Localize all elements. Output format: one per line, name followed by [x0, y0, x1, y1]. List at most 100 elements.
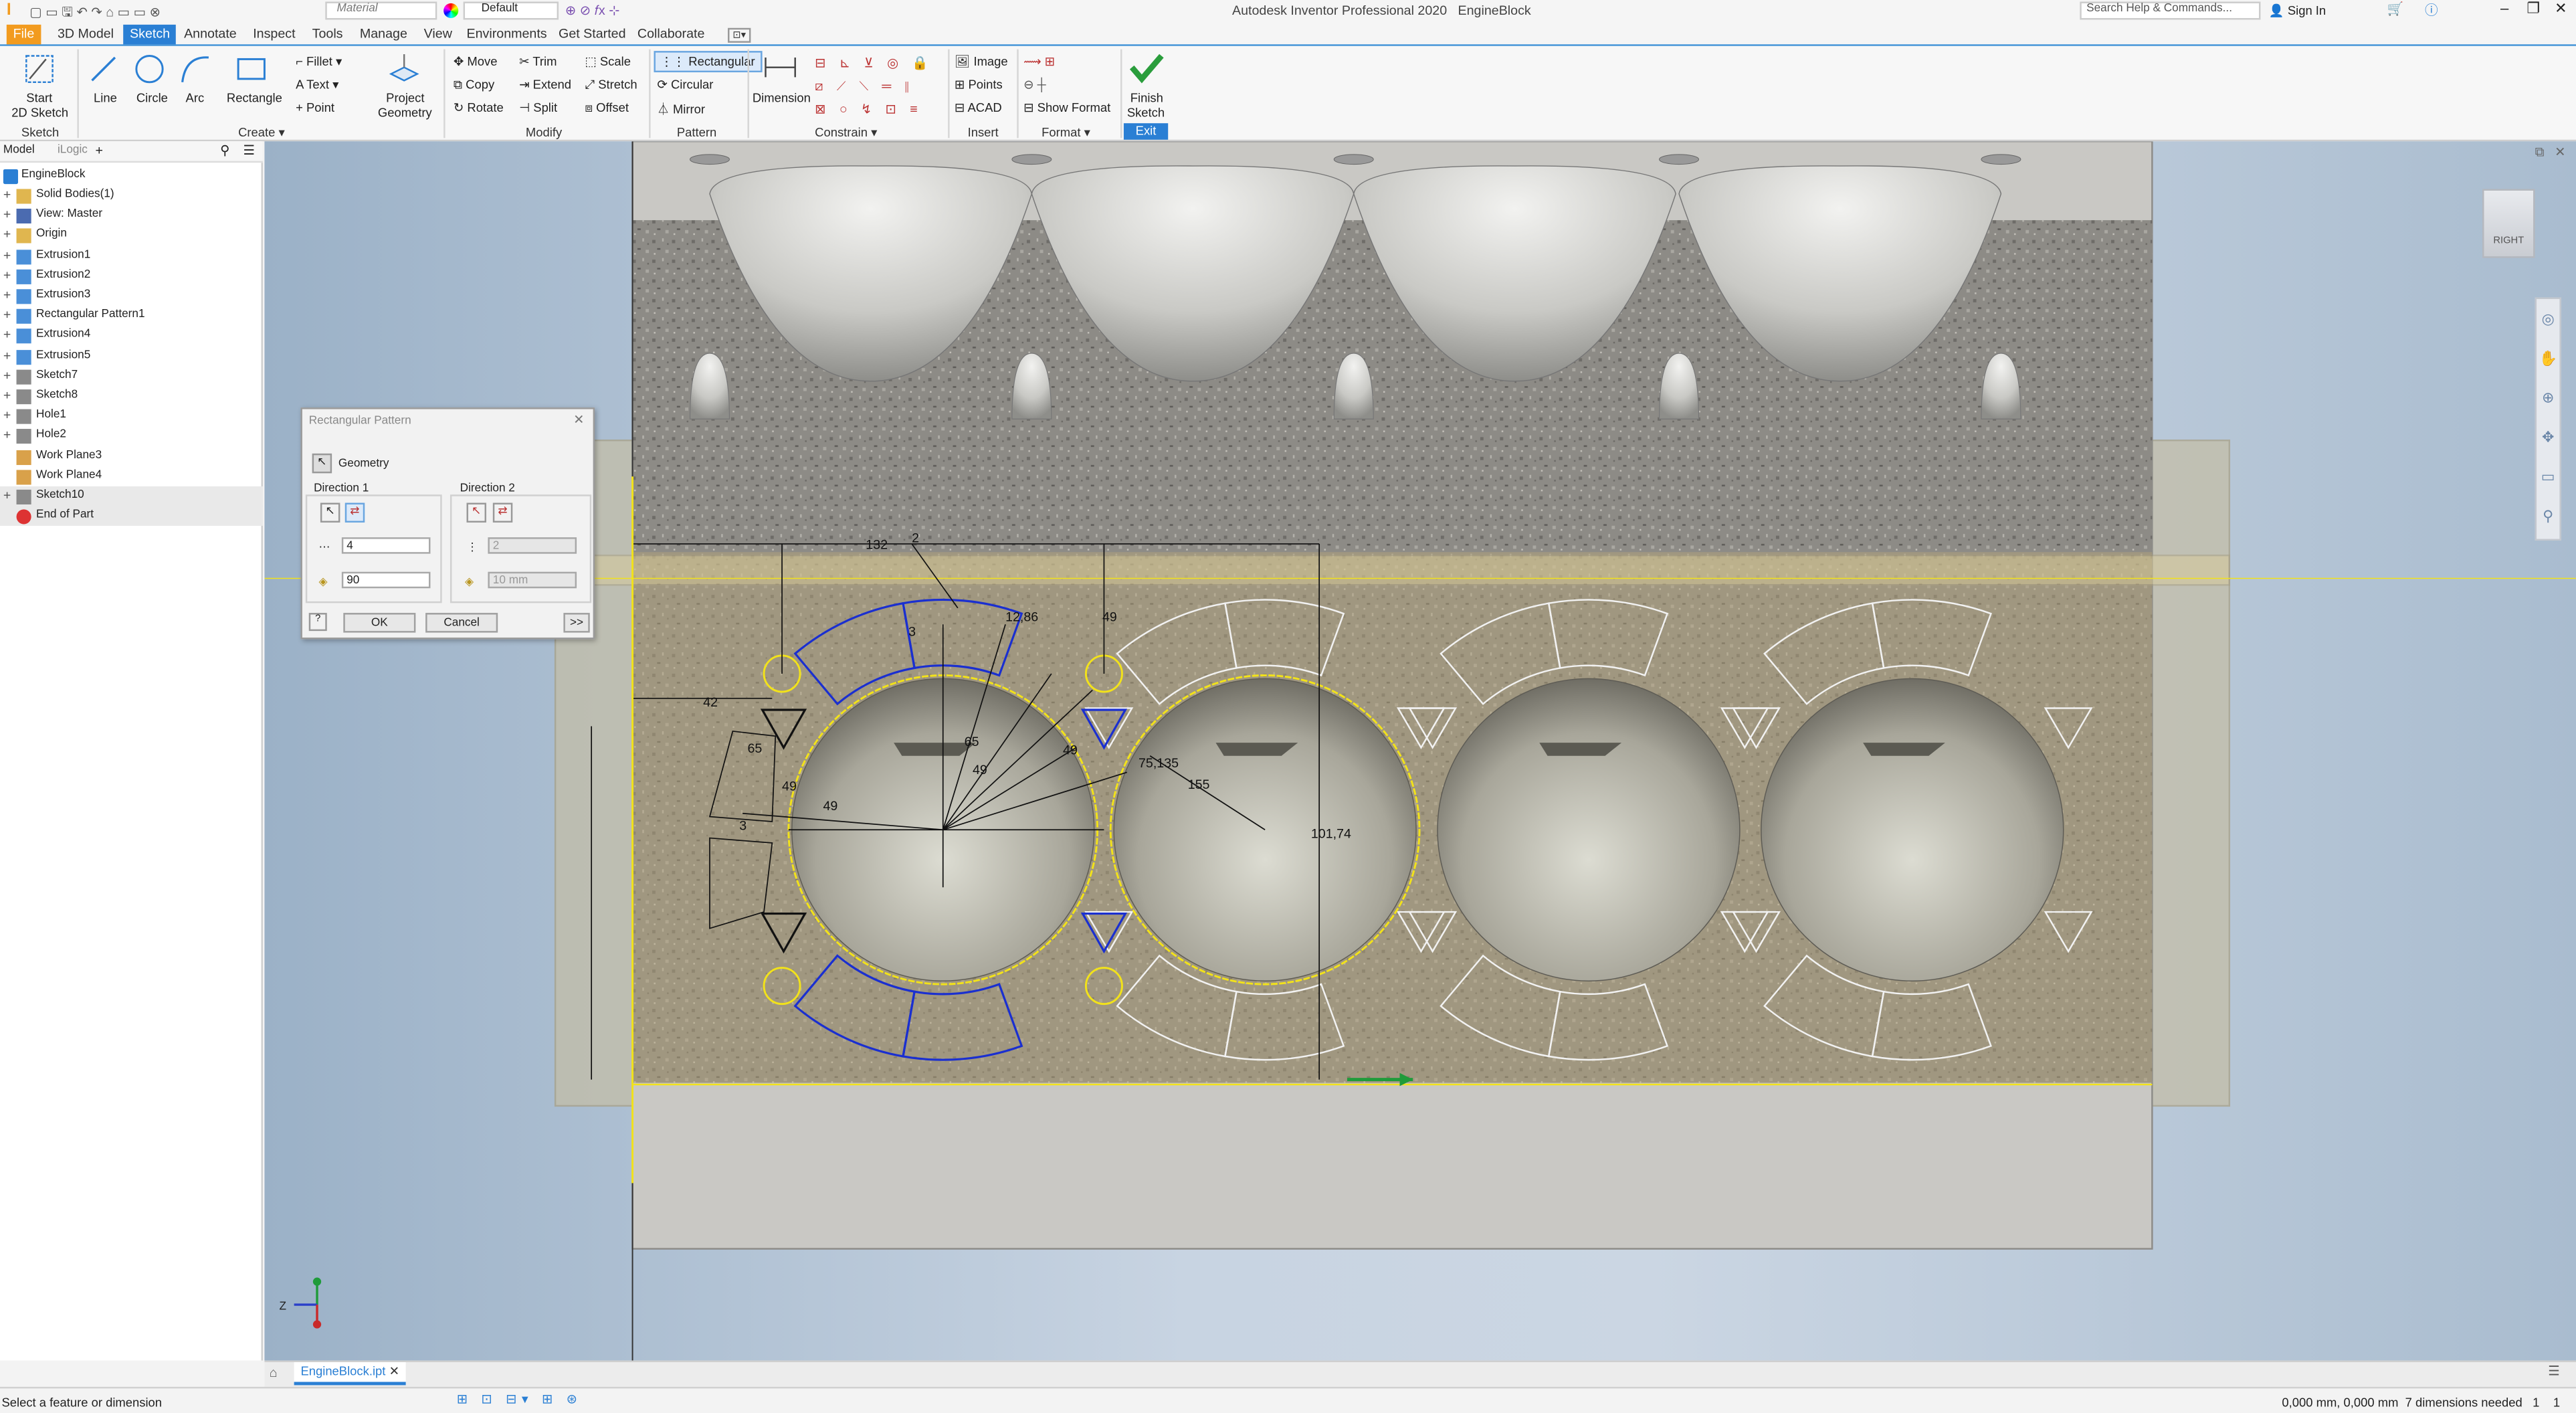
stretch-button[interactable]: ⤢ Stretch — [585, 77, 637, 94]
browser-item[interactable]: Extrusion2 — [36, 269, 90, 280]
formula-icon[interactable]: ⊕ ⊘ 𝑓x ⊹ — [565, 3, 620, 20]
fillet-button[interactable]: ⌐ Fillet ▾ — [296, 54, 342, 69]
tab-annotate[interactable]: Annotate — [184, 26, 237, 41]
cart-icon[interactable]: 🛒 — [2387, 1, 2403, 16]
format-construction-icon[interactable]: ⟿ ⊞ — [1023, 54, 1055, 69]
browser-item[interactable]: Rectangular Pattern1 — [36, 309, 144, 320]
geometry-select-icon[interactable]: ↖ — [312, 453, 332, 474]
browser-item[interactable]: Hole1 — [36, 409, 66, 421]
expand-icon[interactable]: + — [3, 207, 11, 222]
tab-collaborate[interactable]: Collaborate — [637, 26, 705, 41]
add-tab-icon[interactable]: + — [95, 143, 102, 158]
circle-button[interactable]: Circle — [136, 90, 168, 105]
start-sketch-button[interactable]: Start — [26, 90, 52, 105]
restore-button[interactable]: ❐ — [2527, 0, 2540, 18]
browser-item[interactable]: End of Part — [36, 510, 94, 521]
browser-item[interactable]: Extrusion5 — [36, 349, 90, 361]
home-icon[interactable]: ⌂ — [270, 1365, 278, 1380]
sketch-status-icons[interactable]: ⊞ ⊡ ⊟▾ ⊞ ⊛ — [457, 1392, 583, 1406]
browser-item[interactable]: Sketch7 — [36, 369, 78, 381]
tab-3d-model[interactable]: 3D Model — [58, 26, 114, 41]
dialog-close-icon[interactable]: ✕ — [573, 412, 584, 427]
browser-root[interactable]: EngineBlock — [21, 169, 86, 181]
tab-get-started[interactable]: Get Started — [559, 26, 626, 41]
constraint-tools[interactable]: ⊟ ⊾ ⊻ ◎ 🔒 ⧄ ⟋ ⟍ ═ ∥ ⊠ ○ ↯ ⊡ ≡ — [815, 53, 943, 122]
expand-icon[interactable]: + — [3, 388, 11, 403]
start-sketch-button-2[interactable]: 2D Sketch — [11, 105, 68, 120]
browser-item[interactable]: Origin — [36, 229, 67, 240]
tab-environments[interactable]: Environments — [467, 26, 547, 41]
browser-item[interactable]: Extrusion3 — [36, 289, 90, 300]
finish-sketch-button[interactable]: Finish — [1130, 90, 1163, 105]
finish-sketch-button-2[interactable]: Sketch — [1127, 105, 1165, 120]
rectangle-button[interactable]: Rectangle — [227, 90, 282, 105]
sign-in-button[interactable]: 👤 Sign In — [2269, 3, 2326, 18]
direction-2-select-icon[interactable]: ↖ — [466, 502, 486, 523]
cancel-button[interactable]: Cancel — [425, 613, 498, 633]
direction-2-flip-icon[interactable]: ⇄ — [492, 502, 513, 523]
app-logo-icon[interactable]: I — [7, 1, 11, 19]
viewport-maximize-icon[interactable]: ⧉ — [2535, 145, 2545, 161]
navigation-bar[interactable]: ◎ ✋ ⊕ ✥ ▭ ⚲ — [2535, 297, 2561, 541]
expand-icon[interactable]: + — [3, 187, 11, 202]
help-icon[interactable]: ? — [308, 613, 327, 632]
rotate-button[interactable]: ↻ Rotate — [454, 100, 504, 115]
extend-button[interactable]: ⇥ Extend — [519, 77, 571, 92]
browser-item[interactable]: Extrusion4 — [36, 329, 90, 341]
view-cube[interactable]: RIGHT — [2482, 189, 2535, 258]
ok-button[interactable]: OK — [343, 613, 416, 633]
expand-icon[interactable]: + — [3, 227, 11, 242]
ribbon-options-icon[interactable]: ⊡▾ — [728, 27, 751, 43]
document-tab[interactable]: EngineBlock.ipt ✕ — [294, 1362, 406, 1386]
expand-icon[interactable]: + — [3, 488, 11, 502]
browser-item[interactable]: Sketch10 — [36, 490, 84, 501]
direction-2-count-input[interactable]: 2 — [488, 537, 577, 554]
search-icon[interactable]: ⚲ — [220, 143, 229, 158]
project-geometry-button[interactable]: Project — [386, 90, 424, 105]
graphics-window[interactable]: 132 2 3 49 65 49 12,86 65 49 42 3 49 49 75,135 155 101,… — [264, 141, 2576, 1361]
browser-item[interactable]: Work Plane4 — [36, 470, 102, 481]
expand-icon[interactable]: + — [3, 268, 11, 282]
tab-file[interactable]: File — [6, 24, 41, 45]
offset-button[interactable]: ⧈ Offset — [585, 100, 629, 117]
expand-icon[interactable]: + — [3, 408, 11, 423]
move-button[interactable]: ✥ Move — [454, 54, 498, 69]
browser-item[interactable]: Extrusion1 — [36, 249, 90, 260]
format-centerline-icon[interactable]: ⊖ ┼ — [1023, 77, 1046, 92]
trim-button[interactable]: ✂ Trim — [519, 54, 557, 69]
help-icon[interactable]: ⓘ — [2425, 1, 2438, 19]
expand-icon[interactable]: + — [3, 328, 11, 343]
tab-view[interactable]: View — [424, 26, 452, 41]
direction-1-select-icon[interactable]: ↖ — [320, 502, 340, 523]
tab-ilogic[interactable]: iLogic — [58, 145, 88, 156]
browser-item[interactable]: Work Plane3 — [36, 450, 102, 461]
tab-sketch[interactable]: Sketch — [123, 24, 177, 45]
direction-1-spacing-input[interactable]: 90 — [341, 571, 431, 589]
browser-item[interactable]: Sketch8 — [36, 389, 78, 401]
model-canvas[interactable]: 132 2349654912,866549423494975,135155101,… — [264, 141, 2576, 1361]
search-help-input[interactable]: Search Help & Commands... — [2080, 1, 2261, 20]
browser-item[interactable]: View: Master — [36, 209, 102, 220]
browser-item[interactable]: Hole2 — [36, 430, 66, 441]
rectangular-pattern-dialog[interactable]: Rectangular Pattern ✕ ↖ Geometry Directi… — [300, 407, 595, 640]
viewport-close-icon[interactable]: ✕ — [2555, 145, 2565, 159]
expand-icon[interactable]: + — [3, 348, 11, 363]
point-button[interactable]: + Point — [296, 100, 334, 115]
browser-item[interactable]: Solid Bodies(1) — [36, 189, 114, 200]
expand-icon[interactable]: + — [3, 368, 11, 383]
project-geometry-button-2[interactable]: Geometry — [378, 105, 432, 120]
minimize-button[interactable]: – — [2500, 0, 2508, 17]
image-button[interactable]: 🖼 Image — [955, 54, 1008, 69]
tab-tools[interactable]: Tools — [312, 26, 343, 41]
direction-1-flip-icon[interactable]: ⇄ — [344, 502, 365, 523]
more-options-button[interactable]: >> — [563, 613, 590, 633]
dimension-button[interactable]: Dimension — [753, 90, 811, 105]
expand-icon[interactable]: + — [3, 288, 11, 302]
tab-inspect[interactable]: Inspect — [253, 26, 295, 41]
direction-1-count-input[interactable]: 4 — [341, 537, 431, 554]
expand-icon[interactable]: + — [3, 248, 11, 262]
text-button[interactable]: A Text ▾ — [296, 77, 338, 92]
copy-button[interactable]: ⧉ Copy — [454, 77, 494, 94]
line-button[interactable]: Line — [94, 90, 117, 105]
tab-menu-icon[interactable]: ☰ — [2548, 1363, 2560, 1378]
